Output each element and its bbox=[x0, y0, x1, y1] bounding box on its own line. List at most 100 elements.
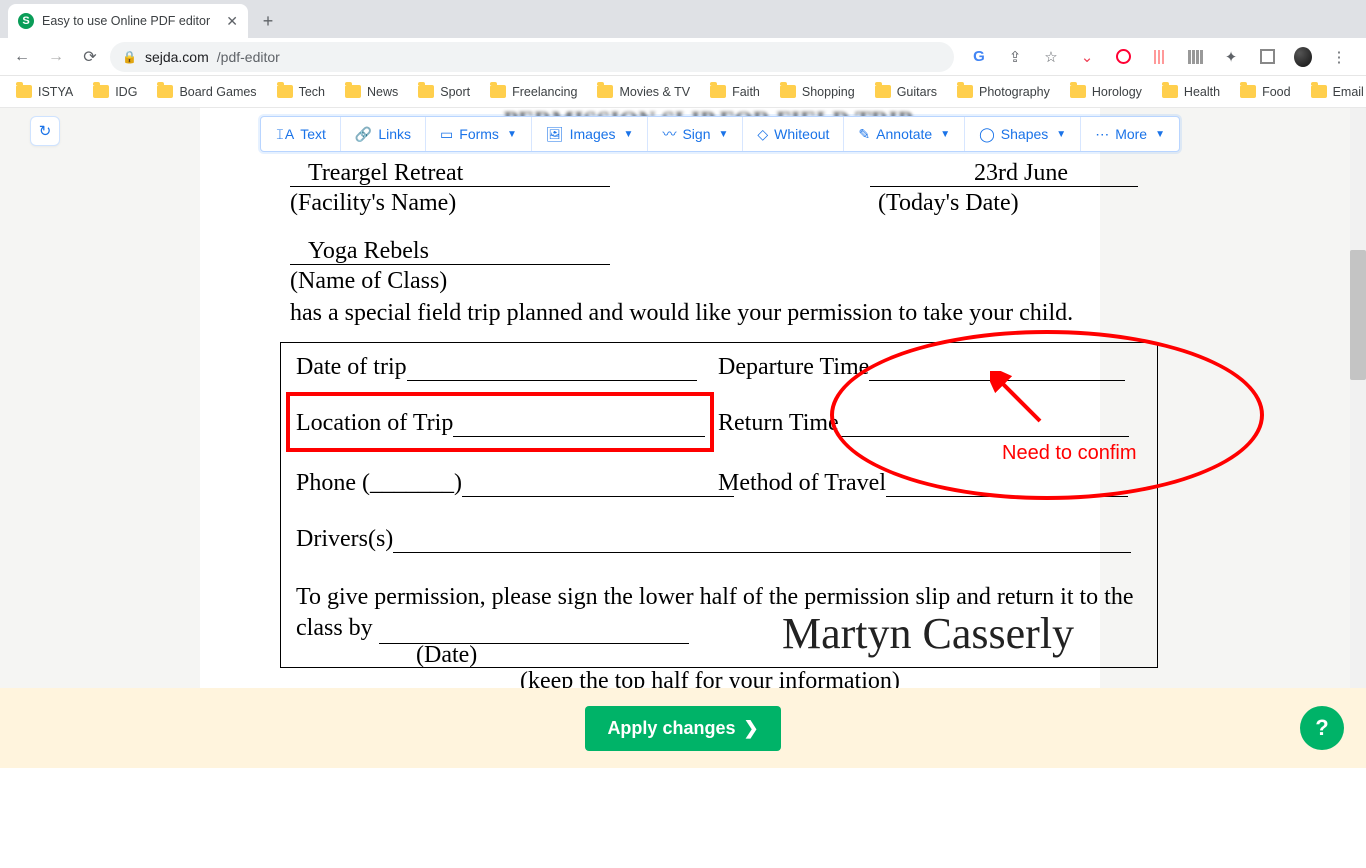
caret-down-icon: ▼ bbox=[940, 129, 950, 140]
page-viewport: ↻ 𝙸AText 🔗Links ▭Forms▼ 🖼Images▼ 〰Sign▼ … bbox=[0, 108, 1366, 768]
adblock-icon[interactable] bbox=[1114, 48, 1132, 66]
folder-icon bbox=[1240, 85, 1256, 98]
folder-icon bbox=[875, 85, 891, 98]
pocket-icon[interactable]: ⌄ bbox=[1078, 48, 1096, 66]
todays-date-value[interactable]: 23rd June bbox=[974, 160, 1068, 187]
folder-icon bbox=[597, 85, 613, 98]
bookmark-folder[interactable]: Health bbox=[1154, 81, 1228, 103]
apply-changes-button[interactable]: Apply changes❯ bbox=[585, 706, 780, 751]
tool-shapes[interactable]: ◯Shapes▼ bbox=[965, 117, 1081, 151]
caret-down-icon: ▼ bbox=[507, 129, 517, 140]
bookmark-folder[interactable]: ISTYA bbox=[8, 81, 81, 103]
pen-icon: ✎ bbox=[858, 126, 870, 143]
bookmark-folder[interactable]: Movies & TV bbox=[589, 81, 698, 103]
tool-whiteout[interactable]: ◇Whiteout bbox=[743, 117, 844, 151]
tool-images[interactable]: 🖼Images▼ bbox=[532, 117, 649, 151]
footer-bar: Apply changes❯ ? bbox=[0, 688, 1366, 768]
tab-close-icon[interactable]: ✕ bbox=[226, 13, 238, 30]
tool-text[interactable]: 𝙸AText bbox=[261, 117, 341, 151]
more-icon: ⋯ bbox=[1095, 126, 1109, 143]
toolbar-icons: G ⇪ ☆ ⌄ ✦ ⋮ bbox=[960, 48, 1358, 66]
help-button[interactable]: ? bbox=[1300, 706, 1344, 750]
folder-icon bbox=[93, 85, 109, 98]
text-icon: 𝙸A bbox=[275, 126, 294, 143]
nav-reload-button[interactable]: ⟳ bbox=[76, 43, 104, 71]
bookmark-folder[interactable]: Email bbox=[1303, 81, 1366, 103]
bookmark-star-icon[interactable]: ☆ bbox=[1042, 48, 1060, 66]
sidepanel-icon[interactable] bbox=[1258, 48, 1276, 66]
caret-down-icon: ▼ bbox=[1155, 129, 1165, 140]
bookmark-folder[interactable]: News bbox=[337, 81, 406, 103]
bookmarks-bar: ISTYA IDG Board Games Tech News Sport Fr… bbox=[0, 76, 1366, 108]
tab-title: Easy to use Online PDF editor bbox=[42, 14, 210, 28]
folder-icon bbox=[157, 85, 173, 98]
link-icon: 🔗 bbox=[355, 126, 372, 143]
share-icon[interactable]: ⇪ bbox=[1006, 48, 1024, 66]
image-icon: 🖼 bbox=[546, 126, 564, 143]
chevron-right-icon: ❯ bbox=[743, 718, 758, 739]
facility-name-value[interactable]: Treargel Retreat bbox=[308, 160, 463, 187]
reader-icon[interactable] bbox=[1186, 48, 1204, 66]
tool-sign[interactable]: 〰Sign▼ bbox=[648, 117, 743, 151]
profile-avatar[interactable] bbox=[1294, 48, 1312, 66]
phone-field[interactable]: Phone (_______) bbox=[296, 470, 734, 497]
tool-annotate[interactable]: ✎Annotate▼ bbox=[844, 117, 965, 151]
url-path: /pdf-editor bbox=[217, 49, 280, 65]
bookmark-folder[interactable]: Guitars bbox=[867, 81, 945, 103]
extension-bars-icon[interactable] bbox=[1150, 48, 1168, 66]
nav-forward-button[interactable]: → bbox=[42, 43, 70, 71]
bookmark-folder[interactable]: Faith bbox=[702, 81, 768, 103]
folder-icon bbox=[490, 85, 506, 98]
favicon-icon: S bbox=[18, 13, 34, 29]
annotation-arrow[interactable] bbox=[990, 371, 1050, 431]
bookmark-folder[interactable]: IDG bbox=[85, 81, 145, 103]
extensions-icon[interactable]: ✦ bbox=[1222, 48, 1240, 66]
bookmark-folder[interactable]: Tech bbox=[269, 81, 333, 103]
folder-icon bbox=[1070, 85, 1086, 98]
sign-icon: 〰 bbox=[662, 124, 676, 144]
date-label: (Date) bbox=[416, 642, 477, 669]
new-tab-button[interactable]: + bbox=[254, 7, 282, 35]
caret-down-icon: ▼ bbox=[1056, 129, 1066, 140]
url-host: sejda.com bbox=[145, 49, 209, 65]
bookmark-folder[interactable]: Food bbox=[1232, 81, 1299, 103]
signature[interactable]: Martyn Casserly bbox=[782, 608, 1074, 659]
folder-icon bbox=[957, 85, 973, 98]
todays-date-label: (Today's Date) bbox=[878, 190, 1019, 217]
omnibox[interactable]: 🔒 sejda.com/pdf-editor bbox=[110, 42, 954, 72]
scrollbar-thumb[interactable] bbox=[1350, 250, 1366, 380]
bookmark-folder[interactable]: Shopping bbox=[772, 81, 863, 103]
class-name-value[interactable]: Yoga Rebels bbox=[308, 238, 429, 265]
address-bar: ← → ⟳ 🔒 sejda.com/pdf-editor G ⇪ ☆ ⌄ ✦ ⋮ bbox=[0, 38, 1366, 76]
underline bbox=[290, 186, 610, 187]
folder-icon bbox=[418, 85, 434, 98]
date-of-trip-field[interactable]: Date of trip bbox=[296, 354, 697, 381]
tool-more[interactable]: ⋯More▼ bbox=[1081, 117, 1179, 151]
drivers-field[interactable]: Drivers(s) bbox=[296, 526, 1131, 553]
annotation-rectangle[interactable] bbox=[286, 392, 714, 452]
folder-icon bbox=[780, 85, 796, 98]
underline bbox=[290, 264, 610, 265]
page-rotate-button[interactable]: ↻ bbox=[30, 116, 60, 146]
bookmark-folder[interactable]: Sport bbox=[410, 81, 478, 103]
scrollbar-track[interactable] bbox=[1350, 108, 1366, 688]
tool-links[interactable]: 🔗Links bbox=[341, 117, 426, 151]
bookmark-folder[interactable]: Board Games bbox=[149, 81, 264, 103]
browser-tab[interactable]: S Easy to use Online PDF editor ✕ bbox=[8, 4, 248, 38]
underline bbox=[870, 186, 1138, 187]
annotation-text[interactable]: Need to confim bbox=[1002, 442, 1137, 465]
bookmark-folder[interactable]: Photography bbox=[949, 81, 1058, 103]
folder-icon bbox=[1162, 85, 1178, 98]
facility-name-label: (Facility's Name) bbox=[290, 190, 456, 217]
caret-down-icon: ▼ bbox=[718, 129, 728, 140]
lock-icon: 🔒 bbox=[122, 50, 137, 64]
google-icon[interactable]: G bbox=[970, 48, 988, 66]
bookmark-folder[interactable]: Horology bbox=[1062, 81, 1150, 103]
caret-down-icon: ▼ bbox=[624, 129, 634, 140]
bookmark-folder[interactable]: Freelancing bbox=[482, 81, 585, 103]
folder-icon bbox=[1311, 85, 1327, 98]
chrome-menu-icon[interactable]: ⋮ bbox=[1330, 48, 1348, 66]
tab-strip: S Easy to use Online PDF editor ✕ + bbox=[0, 0, 1366, 38]
nav-back-button[interactable]: ← bbox=[8, 43, 36, 71]
tool-forms[interactable]: ▭Forms▼ bbox=[426, 117, 532, 151]
